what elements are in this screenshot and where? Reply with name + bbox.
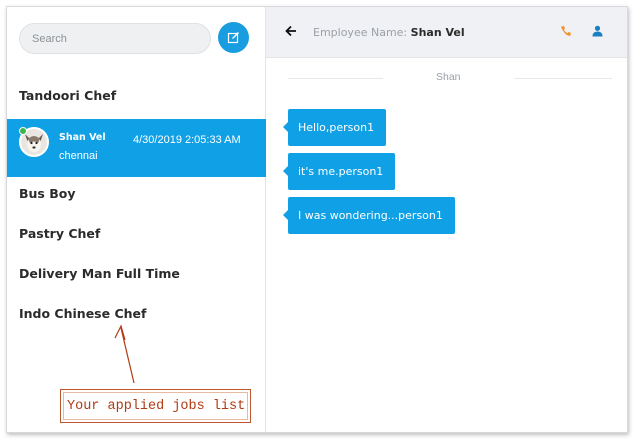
contact-name: Shan Vel	[59, 132, 106, 143]
job-item-delivery-man[interactable]: Delivery Man Full Time	[19, 266, 180, 281]
message-timestamp: 4/30/2019 2:05:33 AM	[133, 134, 241, 146]
arrow-left-icon[interactable]	[285, 25, 297, 37]
annotation-text: Your applied jobs list	[67, 398, 246, 414]
phone-icon[interactable]	[560, 25, 572, 37]
divider-label: Shan	[436, 71, 461, 83]
chat-panel: Employee Name: Shan Vel Shan Hello,perso…	[266, 7, 627, 432]
job-item-bus-boy[interactable]: Bus Boy	[19, 186, 75, 201]
job-item-pastry-chef[interactable]: Pastry Chef	[19, 226, 100, 241]
employee-name-label: Employee Name:	[313, 26, 408, 39]
search-input[interactable]	[20, 24, 210, 53]
message-text: Hello,person1	[298, 121, 375, 134]
chat-header-title: Employee Name: Shan Vel	[313, 26, 465, 39]
job-item-tandoori-chef[interactable]: Tandoori Chef	[19, 88, 116, 103]
message-text: I was wondering...person1	[298, 209, 443, 222]
compose-icon	[227, 32, 239, 44]
employee-name: Shan Vel	[410, 26, 465, 39]
compose-button[interactable]	[218, 22, 249, 53]
job-item-indo-chinese-chef[interactable]: Indo Chinese Chef	[19, 306, 146, 321]
annotation-arrow	[114, 324, 135, 384]
annotation-callout: Your applied jobs list	[60, 389, 251, 423]
date-divider: Shan	[288, 71, 612, 85]
app-window: Tandoori Chef Shan Vel 4/30/2019 2:05:33…	[6, 6, 628, 433]
jobs-sidebar: Tandoori Chef Shan Vel 4/30/2019 2:05:33…	[7, 7, 266, 432]
message-bubble: it's me.person1	[283, 153, 395, 190]
user-icon[interactable]	[592, 25, 603, 37]
message-bubble: I was wondering...person1	[283, 197, 455, 234]
message-text: it's me.person1	[298, 165, 384, 178]
chat-header: Employee Name: Shan Vel	[266, 7, 627, 58]
online-status-dot	[19, 127, 27, 135]
contact-location: chennai	[59, 150, 98, 162]
message-bubble: Hello,person1	[283, 109, 386, 146]
search-box[interactable]	[19, 23, 211, 54]
active-conversation-item[interactable]: Shan Vel 4/30/2019 2:05:33 AM chennai	[7, 119, 266, 177]
